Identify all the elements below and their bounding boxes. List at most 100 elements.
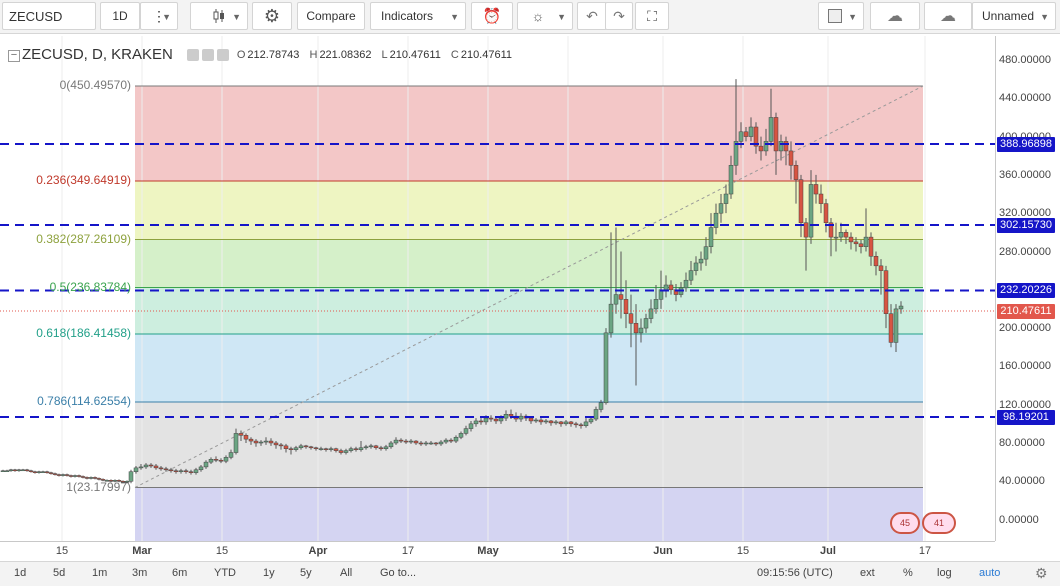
time-tick-label: 15 — [215, 545, 229, 557]
chart-pane[interactable]: 0(450.49570) 0.236(349.64919) 0.382(287.26… — [0, 36, 995, 541]
candle-up — [178, 470, 184, 472]
range-button[interactable]: All — [340, 567, 352, 579]
price-chart[interactable] — [0, 36, 995, 541]
candle-down — [28, 470, 34, 472]
candle-up — [72, 475, 78, 477]
candle-down — [633, 323, 639, 334]
settings-button[interactable]: ⚙ — [252, 2, 292, 30]
candle-up — [443, 439, 449, 443]
percent-toggle[interactable]: % — [903, 567, 913, 579]
candle-down — [448, 439, 454, 442]
candle-up — [36, 471, 42, 473]
indicators-button[interactable]: Indicators ▼ — [370, 2, 466, 30]
chevron-down-icon: ▼ — [232, 12, 241, 22]
flag-badge-icon[interactable]: 45 — [890, 512, 920, 534]
compare-button[interactable]: Compare — [297, 2, 365, 30]
candle-up — [293, 447, 299, 450]
fullscreen-button[interactable]: ⛶ — [635, 2, 669, 30]
time-axis[interactable]: 15 Mar 15 Apr 17 May 15 Jun 15 Jul 17 — [0, 541, 995, 561]
auto-toggle[interactable]: auto — [979, 567, 1000, 579]
collapse-legend-icon[interactable]: − — [8, 50, 20, 62]
candle-down — [153, 465, 159, 469]
candle-down — [573, 423, 579, 426]
save-cloud-button[interactable]: ☁ — [924, 2, 972, 30]
candle-down — [243, 435, 249, 440]
candle-down — [823, 203, 829, 224]
layout-select-button[interactable]: ▼ — [818, 2, 864, 30]
settings-small-icon[interactable] — [201, 48, 214, 61]
candle-down — [868, 236, 874, 257]
flag-badge-icon[interactable]: 41 — [922, 512, 956, 534]
alert-button[interactable]: ⏰ — [471, 2, 513, 30]
price-tick-label: 0.00000 — [999, 513, 1039, 526]
candle-up — [133, 467, 139, 472]
candle-up — [778, 141, 784, 152]
candle-up — [603, 332, 609, 404]
load-cloud-button[interactable]: ☁ — [870, 2, 920, 30]
range-button[interactable]: 1m — [92, 567, 107, 579]
candle-up — [898, 305, 904, 310]
range-button[interactable]: YTD — [214, 567, 236, 579]
settings-small-icon[interactable]: ⚙ — [1035, 565, 1048, 582]
range-button[interactable]: 1d — [14, 567, 26, 579]
candle-down — [873, 256, 879, 267]
candle-up — [583, 421, 589, 426]
candle-down — [56, 474, 62, 476]
range-button[interactable]: 5y — [300, 567, 312, 579]
candle-up — [463, 428, 469, 434]
undo-icon: ↶ — [586, 7, 598, 24]
candle-up — [368, 445, 374, 448]
candle-down — [548, 420, 554, 424]
range-button[interactable]: 1y — [263, 567, 275, 579]
square-icon — [828, 9, 842, 23]
time-tick-label: May — [477, 545, 499, 557]
idea-button[interactable]: ☼ ▼ — [517, 2, 573, 30]
candle-up — [198, 466, 204, 471]
candle-down — [538, 419, 544, 423]
candle-up — [393, 439, 399, 444]
symbol-input[interactable]: ZECUSD — [2, 2, 96, 30]
candle-up — [473, 420, 479, 425]
price-axis[interactable]: 480.00000440.00000400.00000360.00000320.… — [995, 36, 1060, 541]
candle-up — [228, 452, 234, 458]
candle-down — [488, 417, 494, 420]
log-toggle[interactable]: log — [937, 567, 952, 579]
price-tick-label: 120.00000 — [999, 398, 1051, 411]
candle-up — [223, 457, 229, 462]
ext-toggle[interactable]: ext — [860, 567, 875, 579]
compare-label: Compare — [306, 9, 356, 23]
candle-down — [173, 470, 179, 472]
layout-name-button[interactable]: Unnamed ▼ — [972, 2, 1056, 30]
high-value: 221.08362 — [319, 48, 372, 61]
eye-icon[interactable] — [186, 48, 199, 61]
chart-legend: ZECUSD, D, KRAKEN O 212.78743 H 221.08362 … — [8, 46, 519, 63]
clock-readout: 09:15:56 (UTC) — [757, 567, 833, 579]
candle-up — [703, 246, 709, 260]
candle-down — [578, 424, 584, 427]
interval-button[interactable]: 1D — [100, 2, 140, 30]
lightbulb-icon: ☼ — [531, 8, 545, 24]
candle-down — [788, 150, 794, 166]
fib-level-label: 0.236(349.64919) — [36, 173, 131, 187]
candle-up — [468, 423, 474, 429]
range-button[interactable]: 6m — [172, 567, 187, 579]
candle-down — [188, 471, 194, 473]
candle-down — [163, 468, 169, 471]
redo-button[interactable]: ↷ — [605, 2, 633, 30]
candle-down — [528, 417, 534, 422]
candle-down — [80, 476, 86, 478]
interval-menu-button[interactable]: ⋮ ▼ — [140, 2, 178, 30]
undo-button[interactable]: ↶ — [577, 2, 607, 30]
candle-down — [798, 179, 804, 224]
candle-down — [403, 440, 409, 443]
range-button[interactable]: 5d — [53, 567, 65, 579]
candle-down — [568, 421, 574, 425]
candle-up — [593, 409, 599, 420]
chevron-down-icon: ▼ — [162, 12, 171, 22]
close-small-icon[interactable] — [216, 48, 229, 61]
candle-up — [563, 421, 569, 425]
chart-type-button[interactable]: ▼ — [190, 2, 248, 30]
range-button[interactable]: 3m — [132, 567, 147, 579]
goto-button[interactable]: Go to... — [380, 567, 416, 579]
fib-level-label: 0.618(186.41458) — [36, 326, 131, 340]
